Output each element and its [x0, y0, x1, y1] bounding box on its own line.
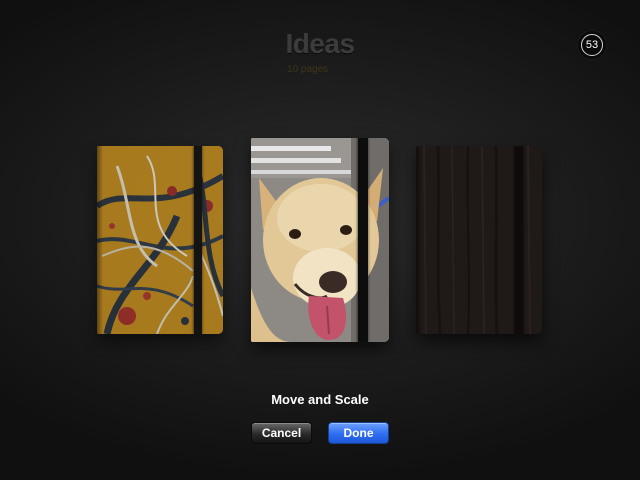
wood-grain-cover-art [416, 146, 542, 334]
notebook-title: Ideas [285, 28, 355, 59]
paint-splatter-cover-art [97, 146, 223, 334]
notebook-cover-wood[interactable] [416, 146, 542, 334]
counter-badge[interactable]: 53 [577, 30, 607, 60]
done-button[interactable]: Done [328, 422, 389, 444]
elastic-band [194, 146, 202, 334]
counter-badge-value: 53 [581, 34, 603, 56]
page-count: 10 pages [287, 64, 329, 75]
spine-shadow [97, 146, 103, 334]
elastic-band [358, 138, 368, 342]
elastic-band [515, 146, 523, 334]
cancel-button[interactable]: Cancel [251, 422, 312, 444]
notebook-cover-dog-photo[interactable] [251, 138, 389, 342]
notebook-cover-abstract[interactable] [97, 146, 223, 334]
move-and-scale-label: Move and Scale [271, 392, 369, 407]
dog-photo-cover-art [251, 138, 389, 342]
spine-shadow [416, 146, 422, 334]
